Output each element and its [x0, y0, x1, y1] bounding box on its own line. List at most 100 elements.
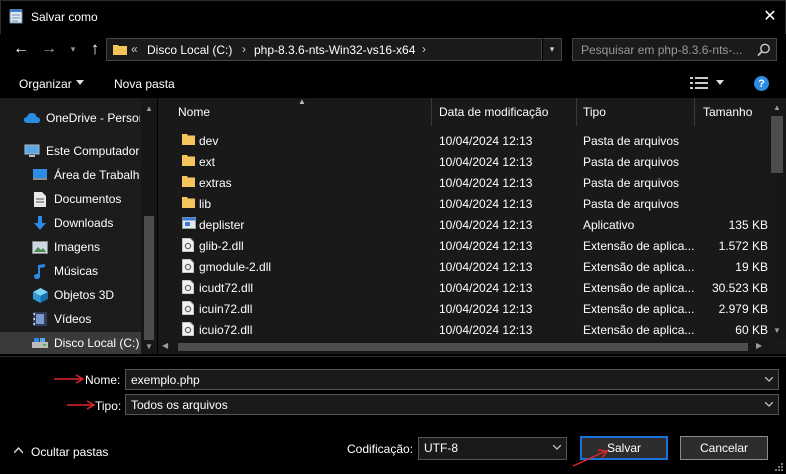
file-list-scroll-thumb[interactable] — [771, 116, 783, 173]
computer-icon — [24, 143, 40, 159]
back-button[interactable]: ← — [10, 38, 32, 60]
column-header-name[interactable]: Nome — [172, 98, 432, 126]
sidebar-item-downloads[interactable]: Downloads — [0, 212, 140, 234]
file-row[interactable]: icuin72.dll 10/04/2024 12:13 Extensão de a… — [158, 298, 770, 319]
sidebar-item-label: Documentos — [54, 192, 122, 206]
file-row[interactable]: glib-2.dll 10/04/2024 12:13 Extensão de ap… — [158, 235, 770, 256]
scroll-up-arrow-icon[interactable]: ▲ — [145, 104, 153, 113]
dll-icon — [181, 279, 195, 295]
breadcrumb-separator[interactable]: › — [242, 42, 246, 56]
sidebar-item-desktop[interactable]: Área de Trabalho — [0, 164, 140, 186]
column-header-date[interactable]: Data de modificação — [433, 98, 577, 126]
file-date: 10/04/2024 12:13 — [439, 260, 533, 274]
address-bar[interactable]: « Disco Local (C:) › php-8.3.6-nts-Win32… — [106, 38, 542, 61]
file-size: 60 KB — [735, 323, 768, 337]
file-size: 2.979 KB — [718, 302, 768, 316]
file-row[interactable]: ext 10/04/2024 12:13 Pasta de arquivos — [158, 151, 770, 172]
chevron-down-icon[interactable] — [76, 80, 84, 85]
view-options-icon[interactable] — [690, 76, 708, 90]
search-icon[interactable] — [757, 43, 771, 57]
help-icon[interactable]: ? — [754, 76, 769, 91]
breadcrumb-overflow[interactable]: « — [131, 42, 138, 56]
chevron-up-icon[interactable] — [14, 447, 23, 453]
file-type: Pasta de arquivos — [583, 197, 680, 211]
sidebar-item-label: Disco Local (C:) — [54, 336, 140, 350]
resize-grip-icon[interactable] — [774, 462, 784, 472]
sidebar-scroll-thumb[interactable] — [144, 216, 154, 340]
file-type: Extensão de aplica... — [583, 239, 695, 253]
sidebar-item-pictures[interactable]: Imagens — [0, 236, 140, 258]
sidebar-item-label: Downloads — [54, 216, 114, 230]
forward-button[interactable]: → — [38, 38, 60, 60]
document-icon — [32, 191, 48, 207]
scroll-right-arrow-icon[interactable]: ▶ — [756, 341, 762, 350]
file-row[interactable]: deplister 10/04/2024 12:13 Aplicativo 135 K… — [158, 214, 770, 235]
search-input[interactable]: Pesquisar em php-8.3.6-nts-... — [572, 38, 777, 61]
sidebar-item-videos[interactable]: Vídeos — [0, 308, 140, 330]
cube-icon — [32, 287, 48, 303]
chevron-down-icon[interactable] — [553, 445, 561, 450]
sidebar-item-local-disk[interactable]: Disco Local (C:) — [0, 332, 141, 354]
scroll-up-arrow-icon[interactable]: ▲ — [773, 103, 781, 112]
new-folder-button[interactable]: Nova pasta — [114, 77, 175, 91]
file-size: 19 KB — [735, 260, 768, 274]
column-header-size[interactable]: Tamanho — [697, 98, 769, 126]
column-header-type[interactable]: Tipo — [577, 98, 695, 126]
file-type: Aplicativo — [583, 218, 635, 232]
cancel-button[interactable]: Cancelar — [680, 436, 768, 460]
chevron-down-icon[interactable] — [716, 80, 724, 85]
file-size: 135 KB — [728, 218, 768, 232]
sidebar-item-music[interactable]: Músicas — [0, 260, 140, 282]
file-date: 10/04/2024 12:13 — [439, 218, 533, 232]
organize-button[interactable]: Organizar — [19, 77, 72, 91]
chevron-down-icon[interactable] — [765, 402, 773, 407]
navigation-pane: OneDrive - Persor Este Computador Área d… — [0, 98, 157, 354]
scroll-down-arrow-icon[interactable]: ▼ — [145, 342, 153, 351]
file-type: Extensão de aplica... — [583, 302, 695, 316]
hide-folders-button[interactable]: Ocultar pastas — [31, 445, 108, 459]
file-row[interactable]: lib 10/04/2024 12:13 Pasta de arquivos — [158, 193, 770, 214]
file-date: 10/04/2024 12:13 — [439, 281, 533, 295]
file-row[interactable]: icudt72.dll 10/04/2024 12:13 Extensão de a… — [158, 277, 770, 298]
desktop-icon — [32, 167, 48, 183]
file-date: 10/04/2024 12:13 — [439, 239, 533, 253]
dll-icon — [181, 258, 195, 274]
up-one-level-button[interactable]: ↑ — [84, 38, 106, 60]
recent-locations-button[interactable]: ▾ — [66, 38, 80, 60]
chevron-down-icon[interactable] — [765, 377, 773, 382]
window-title: Salvar como — [31, 10, 98, 24]
file-date: 10/04/2024 12:13 — [439, 134, 533, 148]
file-name: icudt72.dll — [199, 281, 254, 295]
folder-icon — [182, 196, 195, 210]
file-row[interactable]: icuio72.dll 10/04/2024 12:13 Extensão de a… — [158, 319, 770, 340]
file-row[interactable]: extras 10/04/2024 12:13 Pasta de arquivos — [158, 172, 770, 193]
file-name: ext — [199, 155, 216, 169]
breadcrumb-folder[interactable]: php-8.3.6-nts-Win32-vs16-x64 — [254, 43, 415, 57]
file-type-value: Todos os arquivos — [131, 398, 228, 412]
sidebar-item-label: Músicas — [54, 264, 99, 278]
close-button[interactable]: ✕ — [758, 5, 782, 27]
sidebar-item-onedrive[interactable]: OneDrive - Persor — [0, 107, 140, 129]
file-name-input[interactable]: exemplo.php — [125, 369, 779, 390]
breadcrumb-separator[interactable]: › — [422, 42, 426, 56]
music-icon — [32, 263, 48, 279]
sidebar-item-this-pc[interactable]: Este Computador — [0, 140, 140, 162]
file-type: Extensão de aplica... — [583, 260, 695, 274]
file-type: Pasta de arquivos — [583, 134, 680, 148]
file-row[interactable]: dev 10/04/2024 12:13 Pasta de arquivos — [158, 130, 770, 151]
encoding-select[interactable]: UTF-8 — [418, 437, 567, 460]
dll-icon — [181, 237, 195, 253]
sidebar-item-3d-objects[interactable]: Objetos 3D — [0, 284, 140, 306]
scroll-left-arrow-icon[interactable]: ◀ — [162, 341, 168, 350]
file-date: 10/04/2024 12:13 — [439, 176, 533, 190]
folder-icon — [182, 175, 195, 189]
scroll-down-arrow-icon[interactable]: ▼ — [773, 326, 781, 335]
address-history-dropdown[interactable]: ▾ — [543, 38, 562, 61]
file-type-select[interactable]: Todos os arquivos — [125, 394, 779, 415]
sidebar-item-documents[interactable]: Documentos — [0, 188, 140, 210]
file-row[interactable]: gmodule-2.dll 10/04/2024 12:13 Extensão de… — [158, 256, 770, 277]
horizontal-scroll-thumb[interactable] — [178, 343, 748, 351]
file-name: extras — [199, 176, 232, 190]
breadcrumb-drive[interactable]: Disco Local (C:) — [147, 43, 232, 57]
annotation-arrow-icon — [67, 400, 96, 410]
